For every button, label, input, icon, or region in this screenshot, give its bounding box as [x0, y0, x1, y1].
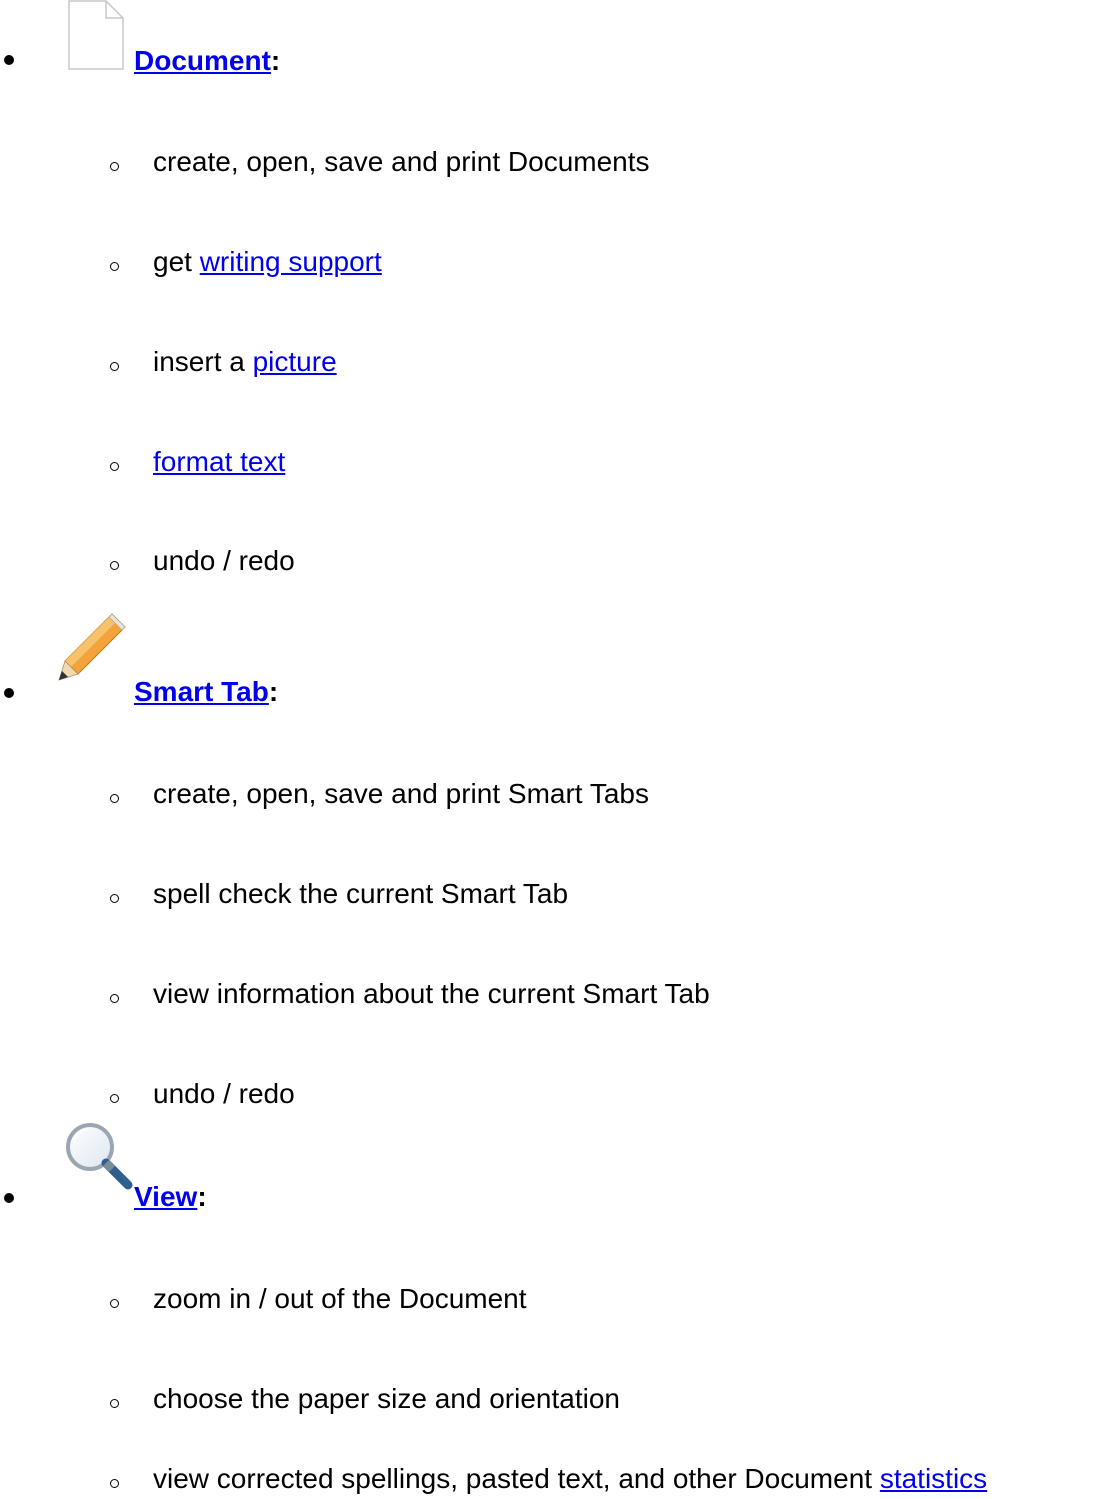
item-text: zoom in / out of the Document	[153, 1279, 527, 1319]
magnifier-icon	[62, 1120, 134, 1199]
picture-link[interactable]: picture	[253, 346, 337, 377]
document-link[interactable]: Document	[134, 45, 271, 76]
item-label: choose the paper size and orientation	[153, 1383, 620, 1414]
bullet	[4, 1193, 14, 1203]
sub-bullet	[110, 462, 119, 471]
heading-suffix: :	[270, 45, 281, 76]
item-label: create, open, save and print Documents	[153, 146, 650, 177]
item-text: undo / redo	[153, 541, 295, 581]
list-item: undo / redo	[0, 541, 1113, 581]
sub-bullet	[110, 561, 119, 570]
sub-bullet	[110, 262, 119, 271]
list-item: get writing support	[0, 242, 1113, 282]
list-item: format text	[0, 442, 1113, 482]
item-text: choose the paper size and orientation	[153, 1379, 620, 1419]
list-item: zoom in / out of the Document	[0, 1279, 1113, 1319]
bullet	[4, 688, 14, 698]
item-text: undo / redo	[153, 1074, 295, 1114]
item-label: view information about the current Smart…	[153, 978, 710, 1009]
sub-bullet	[110, 162, 119, 171]
item-text: format text	[153, 442, 285, 482]
item-text: create, open, save and print Smart Tabs	[153, 774, 649, 814]
format-text-link[interactable]: format text	[153, 446, 285, 477]
item-text: spell check the current Smart Tab	[153, 874, 568, 914]
view-link[interactable]: View	[134, 1181, 197, 1212]
item-text: get writing support	[153, 242, 382, 282]
sub-bullet	[110, 1094, 119, 1103]
item-label: insert a	[153, 346, 253, 377]
sub-bullet	[110, 1299, 119, 1308]
sub-bullet	[110, 362, 119, 371]
bullet	[4, 55, 14, 65]
item-text: insert a picture	[153, 342, 337, 382]
list-item: choose the paper size and orientation	[0, 1379, 1113, 1419]
pencil-icon	[56, 610, 128, 689]
sub-bullet	[110, 1479, 119, 1488]
document-icon	[68, 0, 124, 77]
heading-suffix: :	[268, 676, 279, 707]
statistics-link[interactable]: statistics	[880, 1463, 987, 1494]
sub-bullet	[110, 994, 119, 1003]
list-item: view information about the current Smart…	[0, 974, 1113, 1014]
item-label: create, open, save and print Smart Tabs	[153, 778, 649, 809]
list-item: create, open, save and print Documents	[0, 142, 1113, 182]
item-label: view corrected spellings, pasted text, a…	[153, 1463, 880, 1494]
section-heading: Smart Tab:	[134, 675, 278, 709]
sub-bullet	[110, 894, 119, 903]
item-text: view corrected spellings, pasted text, a…	[153, 1459, 987, 1499]
heading-suffix: :	[197, 1181, 207, 1212]
list-item: view corrected spellings, pasted text, a…	[0, 1459, 1113, 1499]
item-text: view information about the current Smart…	[153, 974, 710, 1014]
item-label: spell check the current Smart Tab	[153, 878, 569, 909]
sub-bullet	[110, 794, 119, 803]
list-item: spell check the current Smart Tab	[0, 874, 1113, 914]
section-heading: View:	[134, 1180, 207, 1214]
item-label: undo / redo	[153, 545, 295, 576]
item-label: zoom in / out of the Document	[153, 1283, 527, 1314]
list-item: undo / redo	[0, 1074, 1113, 1114]
writing-support-link[interactable]: writing support	[200, 246, 382, 277]
smart-tab-link[interactable]: Smart Tab	[134, 676, 269, 707]
sub-bullet	[110, 1399, 119, 1408]
item-label: get	[153, 246, 200, 277]
list-item: create, open, save and print Smart Tabs	[0, 774, 1113, 814]
section-heading: Document:	[134, 44, 280, 78]
item-text: create, open, save and print Documents	[153, 142, 650, 182]
list-item: insert a picture	[0, 342, 1113, 382]
item-label: undo / redo	[153, 1078, 295, 1109]
